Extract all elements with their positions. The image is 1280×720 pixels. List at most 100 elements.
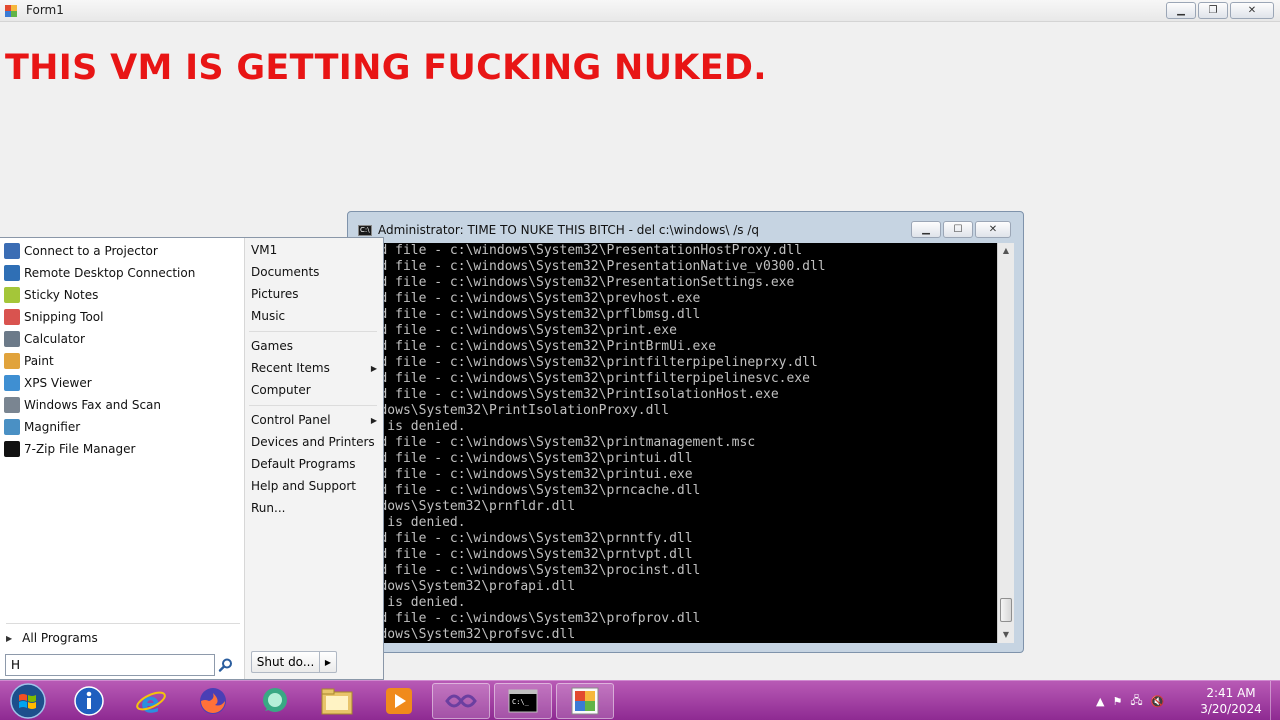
firefox-button[interactable] (184, 683, 242, 719)
program-label: Windows Fax and Scan (24, 398, 162, 412)
network-icon[interactable]: 🖧 (1130, 692, 1142, 711)
place-item[interactable]: Music (251, 305, 379, 327)
restore-button[interactable]: ❐ (1198, 2, 1228, 19)
form-app-icon (5, 5, 17, 17)
place-item[interactable]: VM1 (251, 239, 379, 261)
program-label: XPS Viewer (24, 376, 92, 390)
internet-explorer-button[interactable]: e (122, 683, 180, 719)
show-desktop-button[interactable] (1270, 681, 1280, 720)
place-label: Music (251, 309, 286, 323)
form1-titlebar: Form1 ▁ ❐ ✕ (0, 0, 1280, 22)
command-prompt-button[interactable]: C:\_ (494, 683, 552, 719)
arrow-right-icon: ▶ (6, 633, 13, 643)
place-item[interactable]: Devices and Printers (251, 431, 379, 453)
program-label: Paint (24, 354, 54, 368)
place-item[interactable]: Recent Items ▶ (251, 357, 379, 379)
svg-text:e: e (141, 686, 160, 717)
console-line: windows\System32\profsvc.dll (356, 627, 576, 642)
media-player-button[interactable] (370, 683, 428, 719)
shutdown-button[interactable]: Shut do... (251, 651, 319, 673)
console-line: eted file - c:\windows\System32\printman… (356, 435, 756, 450)
program-item[interactable]: XPS Viewer (4, 372, 240, 394)
program-item[interactable]: Windows Fax and Scan (4, 394, 240, 416)
console-line: windows\System32\profapi.dll (356, 579, 576, 594)
place-label: Help and Support (251, 479, 356, 493)
console-line: eted file - c:\windows\System32\prnntfy.… (356, 531, 693, 546)
info-button[interactable] (60, 683, 118, 719)
place-item[interactable]: Run... (251, 497, 379, 519)
console-scrollbar[interactable]: ▲ ▼ (997, 243, 1014, 643)
console-line: windows\System32\PrintIsolationProxy.dll (356, 403, 670, 418)
close-button[interactable]: ✕ (1230, 2, 1274, 19)
console-output: eted file - c:\windows\System32\Presenta… (356, 243, 826, 643)
clock[interactable]: 2:41 AM 3/20/2024 (1196, 685, 1266, 717)
console-window: C:\ Administrator: TIME TO NUKE THIS BIT… (347, 211, 1024, 653)
place-item[interactable]: Control Panel ▶ (251, 409, 379, 431)
console-line: eted file - c:\windows\System32\profprov… (356, 611, 701, 626)
search-icon[interactable] (218, 657, 234, 673)
program-item[interactable]: Remote Desktop Connection (4, 262, 240, 284)
minimize-button[interactable]: ▁ (1166, 2, 1196, 19)
volume-muted-icon[interactable]: 🔇 (1151, 695, 1165, 708)
start-search-input[interactable]: H (5, 654, 215, 676)
console-output-area[interactable]: eted file - c:\windows\System32\Presenta… (356, 243, 997, 643)
program-item[interactable]: Paint (4, 350, 240, 372)
program-item[interactable]: 7-Zip File Manager (4, 438, 240, 460)
form1-caption-buttons: ▁ ❐ ✕ (1166, 2, 1274, 19)
7zip-icon (4, 441, 20, 457)
place-label: Run... (251, 501, 286, 515)
scroll-up-icon[interactable]: ▲ (998, 243, 1014, 259)
window-title: Form1 (26, 3, 64, 17)
command-prompt-icon: C:\ (358, 225, 372, 236)
close-icon: ✕ (988, 224, 998, 235)
console-line: eted file - c:\windows\System32\PrintIso… (356, 387, 779, 402)
scroll-down-icon[interactable]: ▼ (998, 627, 1014, 643)
console-line: eted file - c:\windows\System32\Presenta… (356, 275, 795, 290)
program-label: Snipping Tool (24, 310, 104, 324)
place-item[interactable]: Pictures (251, 283, 379, 305)
form-app-button[interactable] (556, 683, 614, 719)
console-maximize-button[interactable]: ☐ (943, 221, 973, 238)
program-item[interactable]: Connect to a Projector (4, 240, 240, 262)
console-minimize-button[interactable]: ▁ (911, 221, 941, 238)
chat-button[interactable] (246, 683, 304, 719)
action-center-flag-icon[interactable]: ⚑ (1112, 695, 1122, 708)
program-label: Sticky Notes (24, 288, 99, 302)
console-line: eted file - c:\windows\System32\Presenta… (356, 259, 826, 274)
fax-icon (4, 397, 20, 413)
console-line: eted file - c:\windows\System32\prflbmsg… (356, 307, 701, 322)
minimize-icon: ▁ (1177, 5, 1185, 16)
console-line: eted file - c:\windows\System32\prntvpt.… (356, 547, 693, 562)
submenu-arrow-icon: ▶ (370, 415, 377, 425)
place-item[interactable]: Computer (251, 379, 379, 401)
headline-label: THIS VM IS GETTING FUCKING NUKED. (5, 48, 767, 88)
place-item[interactable]: Documents (251, 261, 379, 283)
show-hidden-icons-icon[interactable]: ▲ (1096, 695, 1104, 708)
program-label: Magnifier (24, 420, 81, 434)
scissors-icon (4, 309, 20, 325)
place-item[interactable]: Default Programs (251, 453, 379, 475)
place-label: Control Panel (251, 413, 331, 427)
visual-studio-button[interactable] (432, 683, 490, 719)
start-menu-places-pane: VM1 Documents Pictures Music Games Recent Ite… (244, 238, 383, 679)
console-close-button[interactable]: ✕ (975, 221, 1011, 238)
scrollbar-thumb[interactable] (1000, 598, 1012, 622)
file-explorer-icon (321, 688, 353, 715)
place-item[interactable]: Games (251, 335, 379, 357)
paint-icon (4, 353, 20, 369)
program-item[interactable]: Calculator (4, 328, 240, 350)
program-item[interactable]: Sticky Notes (4, 284, 240, 306)
file-explorer-button[interactable] (308, 683, 366, 719)
console-titlebar[interactable]: C:\ Administrator: TIME TO NUKE THIS BIT… (348, 212, 1023, 244)
program-item[interactable]: Snipping Tool (4, 306, 240, 328)
program-item[interactable]: Magnifier (4, 416, 240, 438)
sticky-notes-icon (4, 287, 20, 303)
shutdown-options-button[interactable]: ▶ (319, 651, 337, 673)
console-line: windows\System32\prnfldr.dll (356, 499, 576, 514)
console-line: eted file - c:\windows\System32\printfil… (356, 371, 810, 386)
place-item[interactable]: Help and Support (251, 475, 379, 497)
start-orb[interactable] (4, 681, 48, 720)
all-programs-button[interactable]: ▶ All Programs (4, 628, 98, 648)
projector-icon (4, 243, 20, 259)
place-label: Default Programs (251, 457, 356, 471)
